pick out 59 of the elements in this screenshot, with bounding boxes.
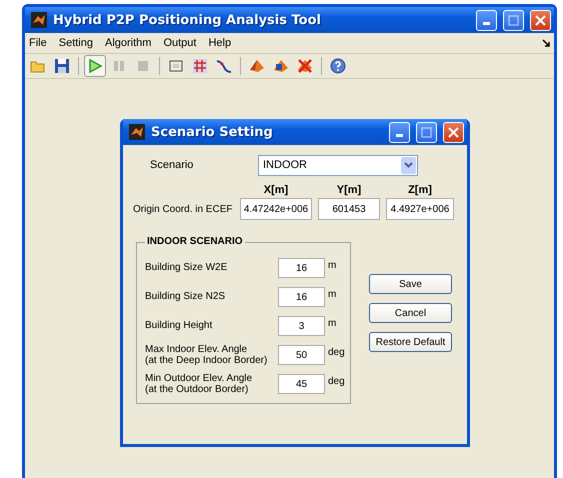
field-label: Max Indoor Elev. Angle (at the Deep Indoor Border) [145, 344, 268, 366]
minimize-button[interactable] [389, 122, 410, 142]
unit-label: deg [327, 376, 346, 387]
field-label: Building Size W2E [145, 262, 228, 274]
peak-surface-cross-icon [297, 58, 313, 74]
window-title: Hybrid P2P Positioning Analysis Tool [53, 12, 322, 28]
close-button[interactable] [443, 122, 464, 142]
field-label: Scenario [149, 159, 194, 171]
minimize-icon [396, 134, 403, 137]
dialog-button[interactable]: Save [369, 274, 452, 294]
field-label: Origin Coord. in ECEF [133, 204, 234, 214]
maximize-button[interactable] [416, 122, 437, 142]
close-icon [535, 14, 546, 26]
coordinate-field[interactable]: 4.4927e+006 [386, 198, 454, 220]
app-logo-icon [129, 124, 145, 140]
close-button[interactable] [530, 10, 551, 30]
field-label: Building Size N2S [145, 291, 226, 303]
help-icon [330, 58, 346, 74]
play-icon [87, 58, 103, 74]
maximize-icon [508, 14, 519, 26]
unit-label: m [327, 260, 338, 271]
input-field[interactable]: 16 [278, 258, 325, 278]
grid-icon [192, 58, 208, 74]
input-field[interactable]: 3 [278, 316, 325, 336]
pause-icon [111, 58, 127, 74]
field-label: Building Height [145, 320, 214, 332]
scenario-dropdown[interactable]: INDOOR [258, 154, 418, 176]
dialog-button[interactable]: Cancel [369, 303, 452, 323]
dock-arrow-icon[interactable] [542, 39, 550, 47]
minimize-icon [483, 22, 490, 25]
window-title: Scenario Setting [151, 124, 274, 140]
stop-icon [135, 58, 151, 74]
unit-label: deg [327, 347, 346, 358]
menu-item[interactable]: Help [208, 37, 232, 49]
input-field[interactable]: 45 [278, 374, 325, 394]
dialog-button[interactable]: Restore Default [369, 332, 452, 352]
app-logo-icon [31, 12, 47, 28]
menu-item[interactable]: Setting [58, 37, 93, 49]
close-icon [448, 126, 459, 138]
menu-item[interactable]: Output [163, 37, 196, 49]
unit-label: m [327, 318, 338, 329]
peak-surface-icon [249, 58, 265, 74]
input-field[interactable]: 50 [278, 345, 325, 365]
coordinate-field[interactable]: 601453 [318, 198, 380, 220]
input-field[interactable]: 16 [278, 287, 325, 307]
maximize-button[interactable] [503, 10, 524, 30]
group-title: INDOOR SCENARIO [145, 236, 245, 247]
field-label: Min Outdoor Elev. Angle (at the Outdoor Border) [145, 372, 254, 396]
column-header: Z[m] [407, 184, 433, 196]
curve-plot-icon [216, 58, 232, 74]
column-header: Y[m] [336, 184, 362, 196]
column-header: X[m] [262, 184, 290, 196]
minimize-button[interactable] [476, 10, 497, 30]
maximize-icon [421, 126, 432, 138]
coordinate-field[interactable]: 4.47242e+006 [240, 198, 312, 220]
menu-item[interactable]: Algorithm [104, 37, 152, 49]
menu-item[interactable]: File [29, 37, 47, 49]
frame-icon [168, 58, 184, 74]
unit-label: m [327, 289, 338, 300]
